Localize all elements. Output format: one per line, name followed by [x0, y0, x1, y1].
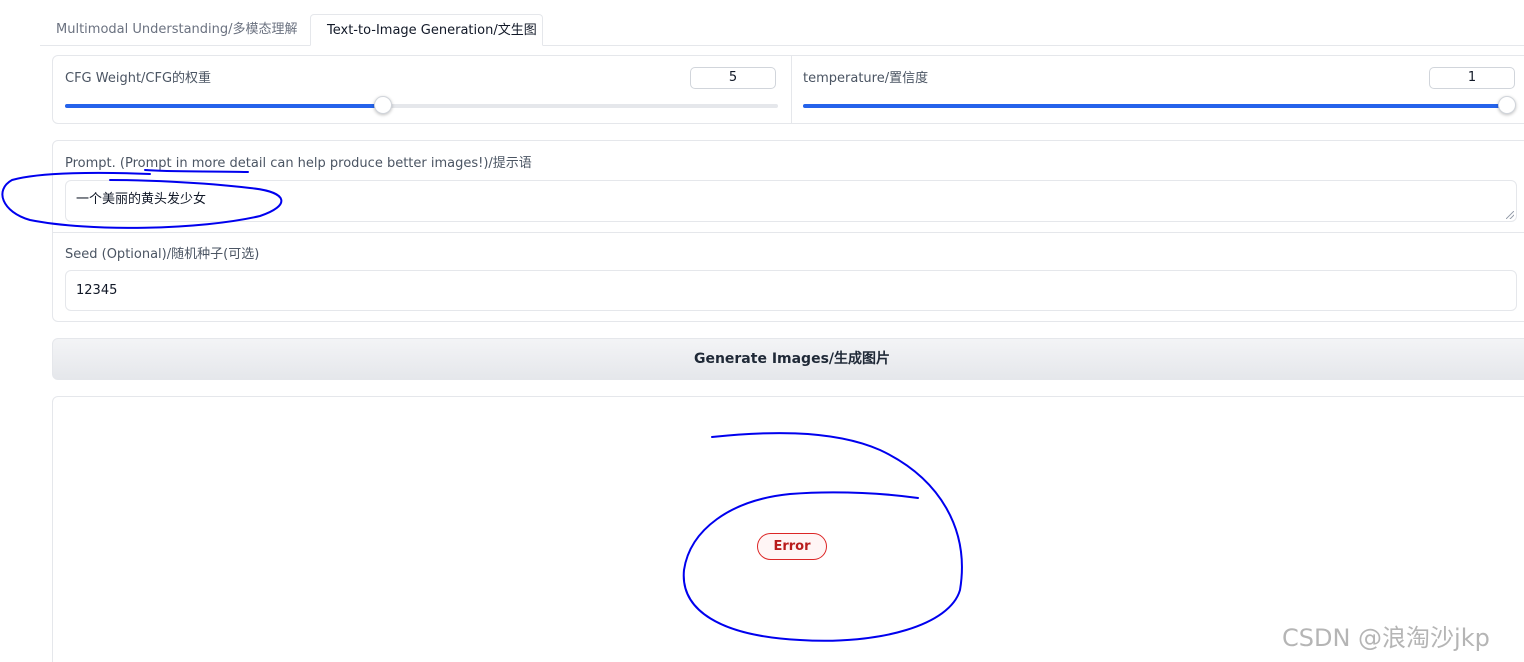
prompt-textarea[interactable]: 一个美丽的黄头发少女 [65, 180, 1517, 222]
seed-label: Seed (Optional)/随机种子(可选) [65, 247, 260, 262]
error-status-badge: Error [757, 533, 827, 560]
resize-grip-icon[interactable] [1506, 211, 1514, 219]
cfg-weight-number-input[interactable]: 5 [690, 67, 776, 89]
prompt-value: 一个美丽的黄头发少女 [76, 192, 207, 207]
tab-multimodal-understanding[interactable]: Multimodal Understanding/多模态理解 [40, 14, 310, 44]
temperature-slider-fill [803, 104, 1507, 108]
prompt-label: Prompt. (Prompt in more detail can help … [65, 156, 532, 171]
inputs-panel: Prompt. (Prompt in more detail can help … [52, 140, 1524, 322]
divider [53, 232, 1524, 233]
tab-text-to-image[interactable]: Text-to-Image Generation/文生图 [310, 14, 543, 46]
generate-images-button[interactable]: Generate Images/生成图片 [52, 338, 1524, 380]
cfg-weight-label: CFG Weight/CFG的权重 [65, 71, 212, 86]
temperature-number-input[interactable]: 1 [1429, 67, 1515, 89]
temperature-slider-group: temperature/置信度 1 [791, 56, 1524, 123]
tab-bar: Multimodal Understanding/多模态理解 Text-to-I… [40, 14, 1524, 46]
temperature-slider-track[interactable] [803, 96, 1516, 114]
temperature-label: temperature/置信度 [803, 71, 929, 86]
cfg-weight-slider-track[interactable] [65, 96, 778, 114]
app-root: Multimodal Understanding/多模态理解 Text-to-I… [0, 0, 1524, 662]
cfg-weight-slider-group: CFG Weight/CFG的权重 5 [53, 56, 792, 123]
csdn-watermark: CSDN @浪淘沙jkp [1282, 624, 1490, 652]
sliders-panel: CFG Weight/CFG的权重 5 temperature/置信度 1 [52, 55, 1524, 124]
temperature-slider-thumb[interactable] [1498, 96, 1516, 114]
cfg-weight-slider-thumb[interactable] [373, 96, 392, 114]
seed-input[interactable]: 12345 [65, 270, 1517, 311]
seed-value: 12345 [76, 283, 118, 298]
cfg-weight-slider-fill [65, 104, 383, 108]
